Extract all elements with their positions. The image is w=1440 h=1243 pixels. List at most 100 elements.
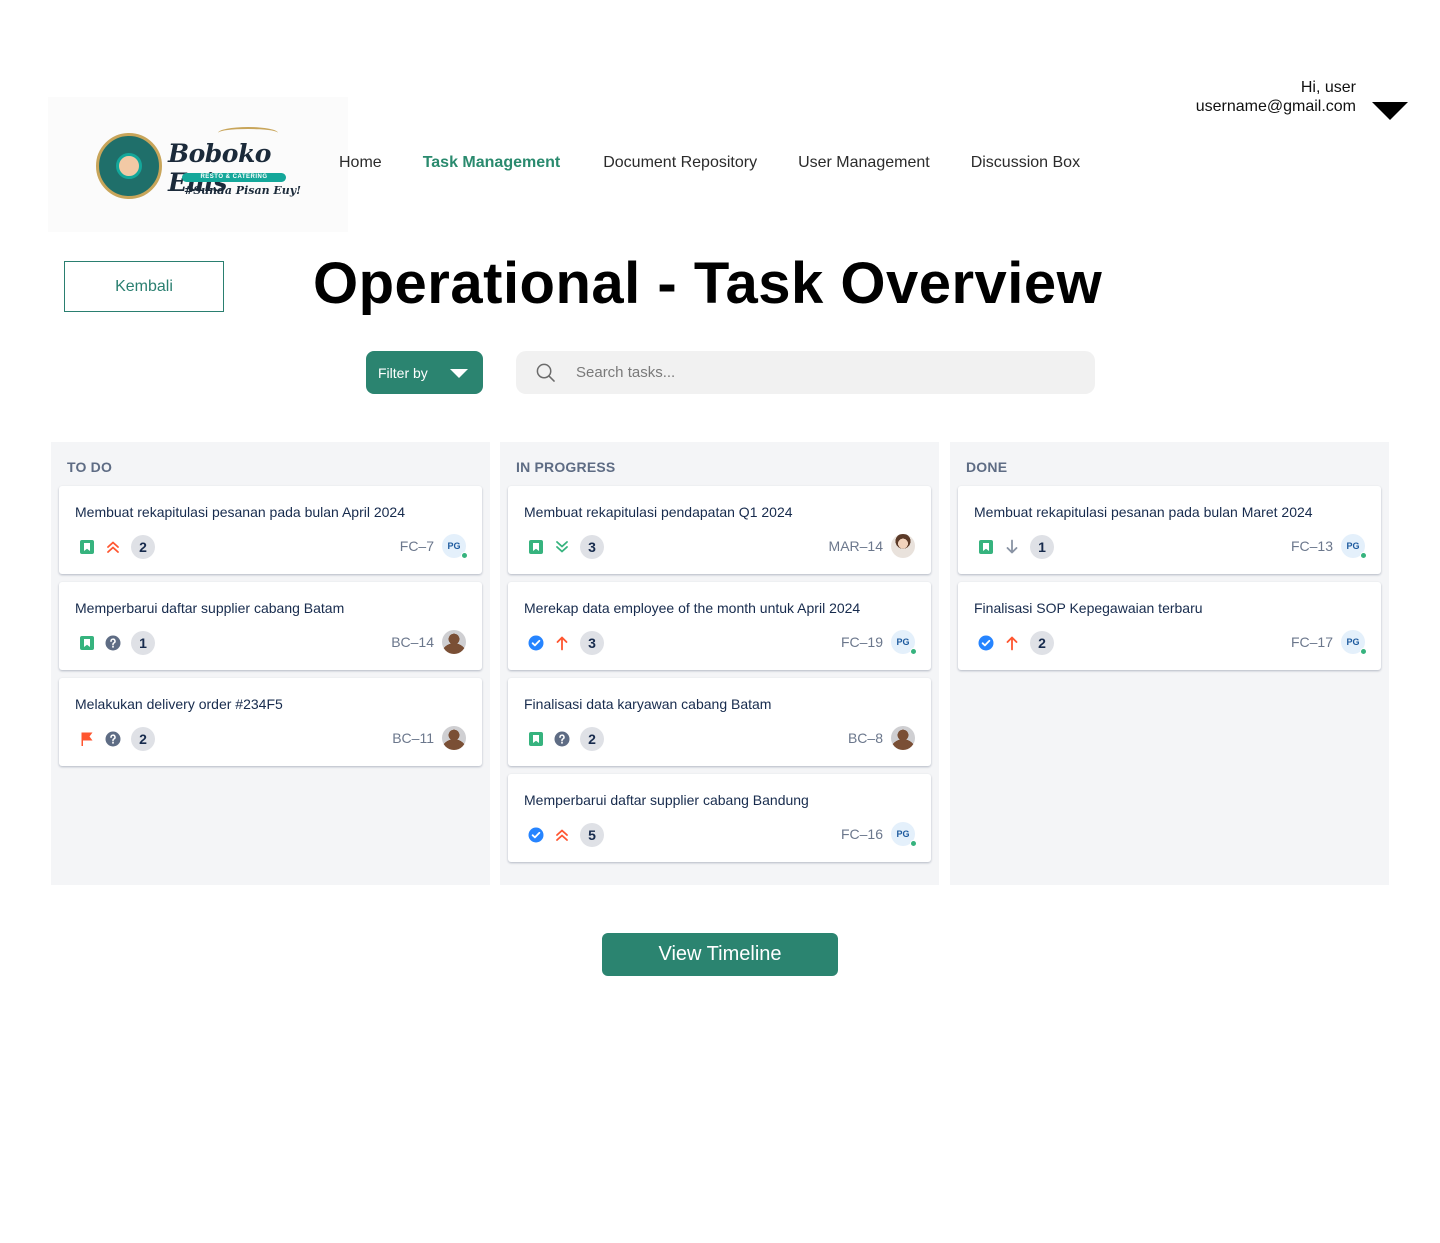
brand-tagline: #Sunda Pisan Euy!: [184, 184, 302, 197]
issue-key[interactable]: BC–14: [391, 634, 434, 650]
card-meta: 3: [528, 535, 604, 559]
task-card[interactable]: Finalisasi data karyawan cabang Batam 2 …: [508, 678, 931, 766]
task-card[interactable]: Memperbarui daftar supplier cabang Bandu…: [508, 774, 931, 862]
card-footer-right: FC–19 PG: [841, 629, 917, 655]
avatar[interactable]: PG: [442, 534, 468, 559]
priority-highest-icon: [554, 827, 570, 843]
avatar[interactable]: [891, 534, 915, 558]
board-column: TO DO Membuat rekapitulasi pesanan pada …: [51, 442, 490, 885]
card-footer-right: FC–13 PG: [1291, 533, 1367, 559]
task-card[interactable]: Membuat rekapitulasi pesanan pada bulan …: [59, 486, 482, 574]
card-meta: 1: [978, 535, 1054, 559]
online-status-dot: [910, 648, 917, 655]
help-icon: [554, 731, 570, 747]
avatar[interactable]: [442, 726, 466, 750]
nav-discussion-box[interactable]: Discussion Box: [971, 154, 1080, 172]
user-info: Hi, user username@gmail.com: [1196, 78, 1356, 116]
avatar-initials: PG: [896, 637, 910, 647]
issue-key[interactable]: FC–16: [841, 826, 883, 842]
card-footer-right: FC–7 PG: [400, 533, 468, 559]
task-card[interactable]: Membuat rekapitulasi pesanan pada bulan …: [958, 486, 1381, 574]
column-title: IN PROGRESS: [516, 459, 616, 475]
user-greeting: Hi, user: [1300, 79, 1356, 96]
story-points-badge: 2: [131, 727, 155, 751]
avatar[interactable]: PG: [891, 630, 917, 655]
card-meta: 2: [528, 727, 604, 751]
story-icon: [528, 539, 544, 555]
card-title: Finalisasi SOP Kepegawaian terbaru: [974, 600, 1203, 616]
help-icon: [105, 635, 121, 651]
card-footer-right: FC–17 PG: [1291, 629, 1367, 655]
logo-medallion-icon: [96, 133, 162, 199]
filter-dropdown[interactable]: Filter by: [366, 351, 483, 394]
logo-box[interactable]: Boboko Euis RESTO & CATERING #Sunda Pisa…: [48, 97, 348, 232]
task-card[interactable]: Membuat rekapitulasi pendapatan Q1 2024 …: [508, 486, 931, 574]
story-icon: [79, 635, 95, 651]
issue-key[interactable]: FC–7: [400, 538, 434, 554]
card-meta: 2: [978, 631, 1054, 655]
view-timeline-button[interactable]: View Timeline: [602, 933, 838, 976]
nav-user-management[interactable]: User Management: [798, 154, 930, 172]
search-input[interactable]: [576, 351, 1076, 394]
story-points-badge: 2: [580, 727, 604, 751]
task-card[interactable]: Melakukan delivery order #234F5 2 BC–11: [59, 678, 482, 766]
task-card[interactable]: Merekap data employee of the month untuk…: [508, 582, 931, 670]
online-status-dot: [1360, 648, 1367, 655]
caret-down-icon[interactable]: [1372, 102, 1408, 120]
card-meta: 2: [79, 727, 155, 751]
card-title: Melakukan delivery order #234F5: [75, 696, 283, 712]
avatar[interactable]: [891, 726, 915, 750]
story-points-badge: 1: [131, 631, 155, 655]
story-icon: [978, 539, 994, 555]
issue-key[interactable]: FC–19: [841, 634, 883, 650]
task-done-icon: [528, 635, 544, 651]
board-column: DONE Membuat rekapitulasi pesanan pada b…: [950, 442, 1389, 885]
avatar[interactable]: PG: [1341, 534, 1367, 559]
story-icon: [528, 731, 544, 747]
story-points-badge: 2: [1030, 631, 1054, 655]
online-status-dot: [461, 552, 468, 559]
issue-key[interactable]: MAR–14: [829, 538, 883, 554]
avatar-initials: PG: [1346, 541, 1360, 551]
column-title: DONE: [966, 459, 1008, 475]
avatar[interactable]: PG: [1341, 630, 1367, 655]
avatar-initials: PG: [896, 829, 910, 839]
task-card[interactable]: Memperbarui daftar supplier cabang Batam…: [59, 582, 482, 670]
card-footer-right: FC–16 PG: [841, 821, 917, 847]
avatar[interactable]: PG: [891, 822, 917, 847]
story-icon: [79, 539, 95, 555]
page-title: Operational - Task Overview: [313, 251, 1103, 316]
user-email: username@gmail.com: [1195, 98, 1356, 115]
avatar-initials: PG: [447, 541, 461, 551]
priority-highest-icon: [105, 539, 121, 555]
story-points-badge: 5: [580, 823, 604, 847]
flag-icon: [79, 731, 95, 747]
back-button[interactable]: Kembali: [64, 261, 224, 312]
main-nav: Home Task Management Document Repository…: [339, 154, 1080, 172]
issue-key[interactable]: BC–8: [848, 730, 883, 746]
filter-label: Filter by: [378, 364, 428, 381]
issue-key[interactable]: BC–11: [392, 730, 434, 746]
priority-low-icon: [1004, 539, 1020, 555]
card-footer-right: BC–8: [848, 725, 915, 751]
help-icon: [105, 731, 121, 747]
issue-key[interactable]: FC–17: [1291, 634, 1333, 650]
nav-task-management[interactable]: Task Management: [423, 154, 561, 172]
priority-high-icon: [554, 635, 570, 651]
card-meta: 3: [528, 631, 604, 655]
card-title: Merekap data employee of the month untuk…: [524, 600, 861, 616]
board-column: IN PROGRESS Membuat rekapitulasi pendapa…: [500, 442, 939, 885]
nav-document-repository[interactable]: Document Repository: [603, 154, 757, 172]
brand-band: RESTO & CATERING: [182, 173, 286, 182]
issue-key[interactable]: FC–13: [1291, 538, 1333, 554]
priority-lowest-icon: [554, 539, 570, 555]
nav-home[interactable]: Home: [339, 154, 382, 172]
story-points-badge: 3: [580, 631, 604, 655]
card-title: Membuat rekapitulasi pesanan pada bulan …: [974, 504, 1313, 520]
chevron-down-icon: [450, 369, 468, 378]
logo-crown-ornament: [218, 127, 278, 139]
task-card[interactable]: Finalisasi SOP Kepegawaian terbaru 2 FC–…: [958, 582, 1381, 670]
card-footer-right: BC–14: [391, 629, 466, 655]
avatar[interactable]: [442, 630, 466, 654]
card-title: Memperbarui daftar supplier cabang Batam: [75, 600, 345, 616]
